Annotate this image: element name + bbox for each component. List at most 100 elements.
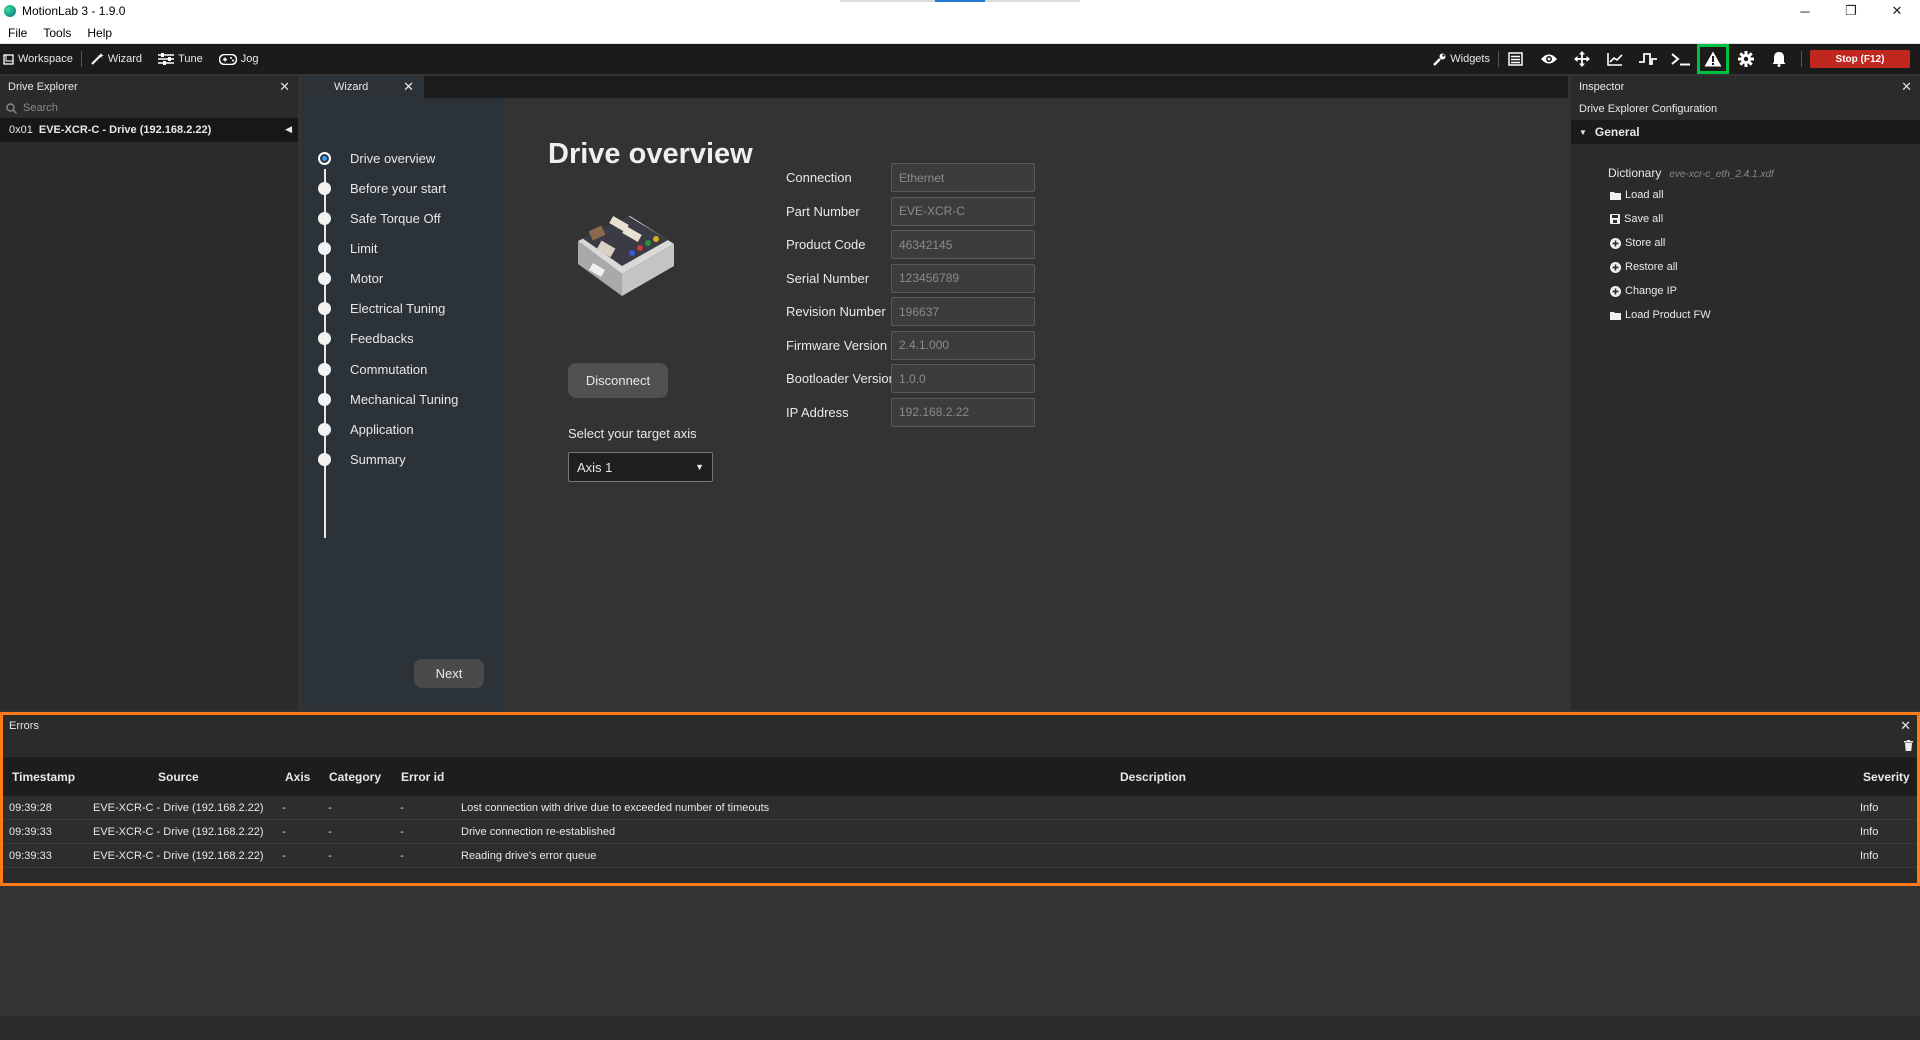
revision-number-field[interactable]: 196637 [891, 297, 1035, 326]
step-summary[interactable]: Summary [318, 449, 406, 469]
step-commutation[interactable]: Commutation [318, 359, 427, 379]
column-severity[interactable]: Severity [1863, 770, 1910, 784]
step-limit[interactable]: Limit [318, 238, 377, 258]
product-code-label: Product Code [786, 237, 866, 252]
step-application[interactable]: Application [318, 419, 414, 439]
close-icon[interactable]: ✕ [1901, 79, 1912, 95]
store-all-button[interactable]: Store all [1610, 237, 1665, 249]
jog-button[interactable]: Jog [211, 44, 267, 74]
part-number-field[interactable]: EVE-XCR-C [891, 196, 1035, 226]
errors-header: Errors ✕ [3, 715, 1917, 737]
close-icon[interactable]: ✕ [279, 79, 290, 95]
axis-dropdown[interactable]: Axis 1 ▼ [568, 452, 713, 482]
scope-button[interactable] [1598, 44, 1631, 74]
step-mechanical-tuning[interactable]: Mechanical Tuning [318, 389, 458, 409]
tune-button[interactable]: Tune [150, 44, 211, 74]
list-icon [1508, 52, 1523, 66]
save-all-button[interactable]: Save all [1610, 213, 1663, 225]
restore-all-button[interactable]: Restore all [1610, 261, 1678, 273]
step-drive-overview[interactable]: Drive overview [318, 148, 435, 168]
change-ip-label: Change IP [1625, 285, 1677, 297]
table-row[interactable]: 09:39:33 EVE-XCR-C - Drive (192.168.2.22)… [3, 820, 1917, 844]
step-label: Feedbacks [350, 330, 414, 346]
errors-panel: Errors ✕ Timestamp Source Axis Category … [0, 712, 1920, 886]
widgets-button[interactable]: Widgets [1425, 44, 1498, 74]
save-all-label: Save all [1624, 213, 1664, 225]
column-error-id[interactable]: Error id [401, 770, 444, 784]
column-source[interactable]: Source [158, 770, 199, 784]
wrench-icon [1433, 53, 1446, 66]
drive-list-item[interactable]: 0x01 EVE-XCR-C - Drive (192.168.2.22) ◀ [0, 118, 298, 142]
step-indicator-icon [318, 241, 331, 255]
tune-label: Tune [178, 53, 203, 65]
disconnect-button[interactable]: Disconnect [568, 363, 668, 398]
stop-button[interactable]: Stop (F12) [1810, 50, 1910, 68]
cell-description: Drive connection re-established [461, 826, 616, 838]
step-motor[interactable]: Motor [318, 268, 383, 288]
step-feedbacks[interactable]: Feedbacks [318, 328, 414, 348]
collapse-arrow-icon[interactable]: ◀ [285, 124, 292, 135]
table-row[interactable]: 09:39:33 EVE-XCR-C - Drive (192.168.2.22)… [3, 844, 1917, 868]
serial-number-field[interactable]: 123456789 [891, 263, 1035, 293]
change-ip-button[interactable]: Change IP [1610, 285, 1677, 297]
column-category[interactable]: Category [329, 770, 381, 784]
cell-severity: Info [1860, 826, 1879, 838]
ip-address-field[interactable]: 192.168.2.22 [891, 397, 1035, 427]
sliders-icon [158, 53, 175, 65]
monitor-button[interactable] [1532, 44, 1565, 74]
cell-axis: - [282, 802, 286, 814]
ip-address-label: IP Address [786, 404, 849, 420]
column-description[interactable]: Description [1120, 770, 1186, 784]
step-electrical-tuning[interactable]: Electrical Tuning [318, 298, 445, 318]
step-before-your-start[interactable]: Before your start [318, 178, 446, 198]
wizard-button[interactable]: Wizard [82, 44, 150, 74]
restore-button[interactable]: ❐ [1828, 0, 1874, 22]
menu-file[interactable]: File [0, 22, 35, 44]
close-icon[interactable]: ✕ [403, 79, 414, 95]
firmware-version-field[interactable]: 2.4.1.000 [891, 330, 1035, 360]
errors-button[interactable] [1697, 44, 1729, 74]
workspace-button[interactable]: Workspace [0, 44, 81, 74]
menu-tools[interactable]: Tools [35, 22, 79, 44]
tab-wizard[interactable]: Wizard ✕ [302, 76, 424, 98]
menu-help[interactable]: Help [79, 22, 120, 44]
revision-number-label: Revision Number [786, 304, 886, 319]
register-list-button[interactable] [1499, 44, 1532, 74]
terminal-icon [1670, 53, 1690, 66]
load-all-button[interactable]: Load all [1610, 189, 1664, 201]
move-button[interactable] [1565, 44, 1598, 74]
next-button[interactable]: Next [414, 659, 484, 688]
terminal-button[interactable] [1664, 44, 1697, 74]
bootloader-version-field[interactable]: 1.0.0 [891, 364, 1035, 393]
axis-dropdown-value: Axis 1 [577, 459, 613, 475]
folder-icon [1610, 311, 1621, 320]
restore-all-label: Restore all [1625, 261, 1678, 273]
search-placeholder: Search [23, 102, 58, 114]
product-code-field[interactable]: 46342145 [891, 230, 1035, 259]
cell-error-id: - [400, 850, 404, 862]
close-window-button[interactable]: ✕ [1874, 0, 1920, 22]
general-section-header[interactable]: ▼ General [1571, 120, 1920, 144]
step-indicator-icon [318, 452, 331, 466]
trash-icon[interactable] [1904, 740, 1913, 751]
settings-button[interactable] [1729, 44, 1762, 74]
column-timestamp[interactable]: Timestamp [12, 770, 75, 784]
load-all-label: Load all [1625, 189, 1664, 201]
wizard-panel: Wizard ✕ Drive overview Before your start… [302, 76, 1568, 710]
search-field[interactable]: Search [0, 98, 298, 118]
connection-field[interactable]: Ethernet [891, 163, 1035, 192]
notifications-button[interactable] [1762, 44, 1795, 74]
column-axis[interactable]: Axis [285, 770, 310, 784]
window-title: MotionLab 3 - 1.9.0 [22, 4, 126, 18]
plus-icon [1610, 237, 1621, 249]
table-row[interactable]: 09:39:28 EVE-XCR-C - Drive (192.168.2.22)… [3, 796, 1917, 820]
lower-empty-area [0, 888, 1920, 1016]
load-product-fw-button[interactable]: Load Product FW [1610, 309, 1711, 321]
main-toolbar: Workspace Wizard Tune Jog Widgets Stop (… [0, 44, 1920, 74]
minimize-button[interactable]: ─ [1782, 0, 1828, 22]
signal-button[interactable] [1631, 44, 1664, 74]
close-icon[interactable]: ✕ [1900, 718, 1911, 734]
cell-severity: Info [1860, 850, 1879, 862]
step-label: Commutation [350, 361, 428, 377]
step-safe-torque-off[interactable]: Safe Torque Off [318, 208, 441, 228]
